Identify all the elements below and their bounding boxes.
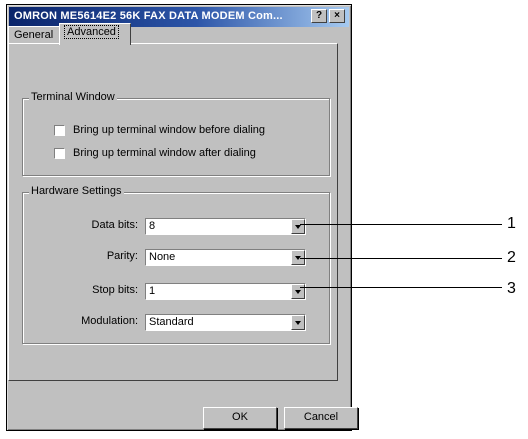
tab-advanced-label: Advanced [64, 25, 119, 39]
callout-number-1: 1 [507, 215, 516, 232]
terminal-window-group-label: Terminal Window [29, 91, 117, 103]
callout-line-3 [300, 287, 502, 288]
terminal-before-dialing-option[interactable]: Bring up terminal window before dialing [54, 124, 265, 136]
window-title: OMRON ME5614E2 56K FAX DATA MODEM Com... [14, 10, 283, 22]
stop-bits-label: Stop bits: [92, 284, 138, 296]
terminal-after-dialing-checkbox[interactable] [54, 147, 65, 159]
data-bits-dropdown-button[interactable] [291, 219, 305, 234]
parity-value: None [149, 251, 176, 263]
hardware-settings-group-label: Hardware Settings [29, 185, 124, 197]
parity-label: Parity: [106, 250, 138, 262]
modulation-label: Modulation: [81, 315, 138, 327]
ok-button[interactable]: OK [203, 407, 277, 429]
help-button[interactable]: ? [311, 9, 327, 23]
modulation-select[interactable]: Standard [145, 314, 306, 331]
callout-number-2: 2 [507, 249, 516, 266]
modulation-dropdown-button[interactable] [291, 315, 305, 330]
parity-select[interactable]: None [145, 249, 306, 266]
callout-number-3: 3 [507, 280, 516, 297]
tab-advanced[interactable]: Advanced [59, 23, 131, 45]
data-bits-select[interactable]: 8 [145, 218, 306, 235]
modulation-value: Standard [149, 316, 194, 328]
terminal-after-dialing-label: Bring up terminal window after dialing [73, 147, 256, 159]
data-bits-value: 8 [149, 220, 156, 232]
tab-general-label: General [14, 29, 54, 41]
data-bits-label: Data bits: [91, 219, 138, 231]
terminal-before-dialing-checkbox[interactable] [54, 124, 65, 136]
stop-bits-value: 1 [149, 285, 156, 297]
cancel-button[interactable]: Cancel [284, 407, 358, 429]
callout-line-2 [300, 258, 502, 259]
terminal-before-dialing-label: Bring up terminal window before dialing [73, 124, 265, 136]
chevron-down-icon [295, 225, 301, 229]
stop-bits-select[interactable]: 1 [145, 283, 306, 300]
chevron-down-icon [295, 321, 301, 325]
chevron-down-icon [295, 290, 301, 294]
tab-general[interactable]: General [8, 26, 62, 44]
close-button[interactable]: × [329, 9, 345, 23]
callout-line-1 [300, 224, 502, 225]
terminal-after-dialing-option[interactable]: Bring up terminal window after dialing [54, 147, 256, 159]
terminal-window-group: Terminal Window [22, 91, 330, 176]
